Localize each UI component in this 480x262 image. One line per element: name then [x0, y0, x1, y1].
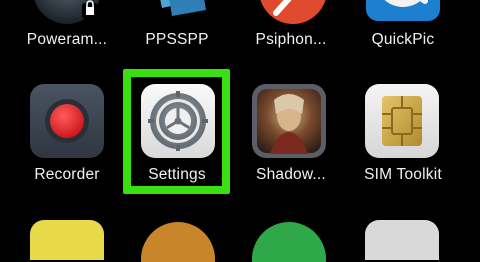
app-label: Poweram...	[26, 31, 108, 48]
shadow-game-icon	[252, 84, 326, 158]
ppsspp-icon	[160, 0, 206, 16]
psiphon-icon	[260, 0, 326, 24]
app-label: SIM Toolkit	[364, 166, 442, 183]
app-icon	[30, 220, 104, 260]
app-icon	[141, 222, 215, 262]
quickpic-icon	[366, 0, 440, 21]
app-label: Shadow...	[256, 166, 326, 183]
recorder-icon	[30, 84, 104, 158]
app-icon	[365, 220, 439, 260]
app-icon	[252, 222, 326, 262]
sim-card-icon	[365, 84, 439, 158]
app-label: PPSSPP	[145, 31, 209, 48]
poweramp-icon	[34, 0, 100, 24]
app-label: Recorder	[34, 166, 100, 183]
app-label: Psiphon...	[255, 31, 327, 48]
app-label: QuickPic	[371, 31, 435, 48]
highlight-box	[123, 69, 230, 194]
